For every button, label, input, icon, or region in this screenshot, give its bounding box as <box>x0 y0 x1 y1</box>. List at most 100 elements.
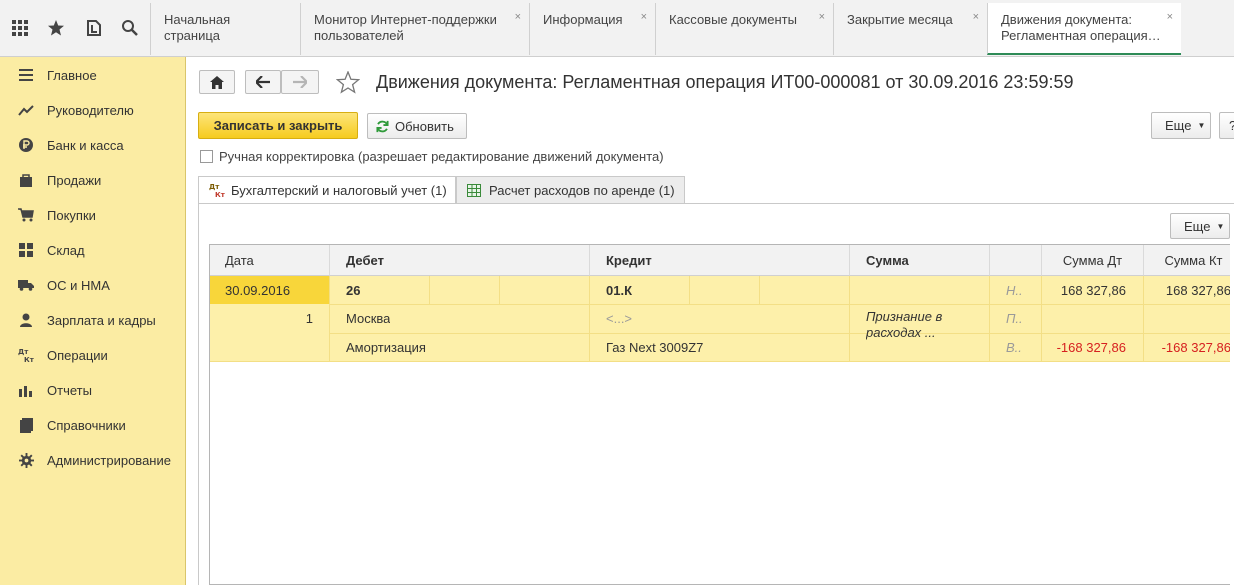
button-label: Записать и закрыть <box>213 118 343 133</box>
grid-icon <box>18 242 34 258</box>
cell-sum-kt[interactable]: 168 327,86 <box>1144 276 1230 304</box>
cell-flag-p[interactable]: П.. <box>1006 304 1023 333</box>
sidebar-item-label: Склад <box>47 242 85 258</box>
cell-credit-account[interactable]: 01.К <box>606 276 632 304</box>
sidebar-item-salary-hr[interactable]: Зарплата и кадры <box>0 305 185 335</box>
column-header-sum-kt[interactable]: Сумма Кт <box>1144 245 1230 276</box>
top-tab-information[interactable]: Информация × <box>529 3 655 55</box>
sidebar-item-manager[interactable]: Руководителю <box>0 95 185 125</box>
close-icon[interactable]: × <box>515 9 521 25</box>
truck-icon <box>18 277 34 293</box>
cell-flag-v[interactable]: В.. <box>1006 333 1022 361</box>
gear-icon <box>18 452 34 468</box>
tab-rent-expenses[interactable]: Расчет расходов по аренде (1) <box>456 176 685 204</box>
refresh-icon <box>376 120 389 132</box>
tab-accounting[interactable]: Дт Кт Бухгалтерский и налоговый учет (1) <box>198 176 456 204</box>
subcolumn-divider <box>689 276 690 304</box>
sidebar-item-directories[interactable]: Справочники <box>0 410 185 440</box>
sidebar-item-label: Банк и касса <box>47 137 124 153</box>
top-tab-bar: Начальная страница Монитор Интернет-подд… <box>0 0 1234 57</box>
svg-text:Кт: Кт <box>215 191 225 198</box>
column-header-debit[interactable]: Дебет <box>330 245 590 276</box>
close-icon[interactable]: × <box>641 9 647 25</box>
bag-icon <box>18 172 34 188</box>
favorites-star-icon[interactable] <box>40 12 72 44</box>
help-button[interactable]: ? <box>1219 112 1234 139</box>
cell-debit-account[interactable]: 26 <box>346 276 360 304</box>
column-header-sum-dt[interactable]: Сумма Дт <box>1042 245 1144 276</box>
grid-more-button[interactable]: Еще ▼ <box>1170 213 1230 239</box>
cell-content[interactable]: Признание в расходах ... <box>866 309 976 345</box>
sidebar-item-sales[interactable]: Продажи <box>0 165 185 195</box>
top-tab-cash-documents[interactable]: Кассовые документы × <box>655 3 833 55</box>
cell-credit-subconto-2[interactable]: Газ Next 3009Z7 <box>606 333 703 361</box>
sidebar-item-label: Главное <box>47 67 97 83</box>
close-icon[interactable]: × <box>819 9 825 25</box>
top-tab-support-monitor[interactable]: Монитор Интернет-поддержки пользователей… <box>300 3 529 55</box>
cell-credit-subconto-1[interactable]: <...> <box>606 304 632 333</box>
dt-kt-icon: ДтКт <box>18 347 34 363</box>
subcolumn-divider <box>499 276 500 304</box>
cell-diff-dt[interactable]: -168 327,86 <box>1042 333 1126 361</box>
column-divider <box>329 276 330 362</box>
sidebar-item-label: ОС и НМА <box>47 277 110 293</box>
top-tab-month-closing[interactable]: Закрытие месяца × <box>833 3 987 55</box>
entries-table[interactable]: Дата Дебет Кредит Сумма Сумма Дт Сумма К… <box>209 244 1230 585</box>
close-icon[interactable]: × <box>1167 9 1173 25</box>
cell-date[interactable]: 30.09.2016 <box>225 276 290 304</box>
dropdown-arrow-icon: ▼ <box>1216 221 1225 231</box>
svg-text:Дт: Дт <box>18 348 29 356</box>
sidebar-item-main[interactable]: Главное <box>0 60 185 90</box>
sidebar-item-bank[interactable]: Банк и касса <box>0 130 185 160</box>
sidebar-item-fixed-assets[interactable]: ОС и НМА <box>0 270 185 300</box>
home-button[interactable] <box>199 70 235 94</box>
manual-correction-checkbox[interactable] <box>200 150 213 163</box>
sidebar-item-purchases[interactable]: Покупки <box>0 200 185 230</box>
top-tab-document-movements[interactable]: Движения документа: Регламентная операци… <box>987 3 1181 55</box>
history-icon[interactable] <box>78 12 110 44</box>
top-tab-home[interactable]: Начальная страница <box>150 3 300 55</box>
cell-debit-subconto-1[interactable]: Москва <box>346 304 390 333</box>
save-and-close-button[interactable]: Записать и закрыть <box>198 112 358 139</box>
subcolumn-divider <box>759 276 760 304</box>
back-button[interactable] <box>245 70 281 94</box>
column-header-sum[interactable]: Сумма <box>850 245 990 276</box>
cell-number: 1 <box>305 311 313 326</box>
column-divider <box>589 276 590 362</box>
cell-debit-subconto-2[interactable]: Амортизация <box>346 333 426 361</box>
close-icon[interactable]: × <box>973 9 979 25</box>
column-divider <box>849 276 850 362</box>
sidebar-item-warehouse[interactable]: Склад <box>0 235 185 265</box>
dt-kt-icon: ДтКт <box>209 183 225 198</box>
search-icon[interactable] <box>114 12 146 44</box>
button-label: Еще <box>1184 218 1211 234</box>
dropdown-arrow-icon: ▼ <box>1197 121 1206 130</box>
sidebar-item-administration[interactable]: Администрирование <box>0 445 185 475</box>
menu-lines-icon <box>18 67 34 83</box>
cell-diff-kt[interactable]: -168 327,86 <box>1144 333 1230 361</box>
ruble-coin-icon <box>18 137 34 153</box>
forward-button[interactable] <box>281 70 319 94</box>
sidebar-item-operations[interactable]: Дт Кт Операции <box>0 340 185 370</box>
apps-grid-icon[interactable] <box>4 12 36 44</box>
favorite-star-icon[interactable] <box>336 71 360 94</box>
cell-flag-n[interactable]: Н.. <box>1006 276 1023 304</box>
sidebar-item-label: Покупки <box>47 207 96 223</box>
refresh-button[interactable]: Обновить <box>367 113 467 139</box>
button-label: Обновить <box>395 118 454 134</box>
cell-sum-dt[interactable]: 168 327,86 <box>1042 276 1126 304</box>
page-title: Движения документа: Регламентная операци… <box>376 72 1074 92</box>
column-header-credit[interactable]: Кредит <box>590 245 850 276</box>
more-button[interactable]: Еще ▼ <box>1151 112 1211 139</box>
column-header-flags[interactable] <box>990 245 1042 276</box>
top-tab-label: Монитор Интернет-поддержки пользователей <box>314 12 497 43</box>
tab-label: Бухгалтерский и налоговый учет (1) <box>231 182 447 198</box>
row-divider <box>330 304 1230 305</box>
button-label: Еще <box>1165 118 1192 133</box>
top-tab-label: Кассовые документы <box>669 12 797 27</box>
column-header-date[interactable]: Дата <box>210 245 330 276</box>
arrow-left-icon <box>256 76 270 88</box>
sidebar-item-reports[interactable]: Отчеты <box>0 375 185 405</box>
sidebar-item-label: Операции <box>47 347 108 363</box>
manual-correction-label: Ручная корректировка (разрешает редактир… <box>219 149 664 164</box>
